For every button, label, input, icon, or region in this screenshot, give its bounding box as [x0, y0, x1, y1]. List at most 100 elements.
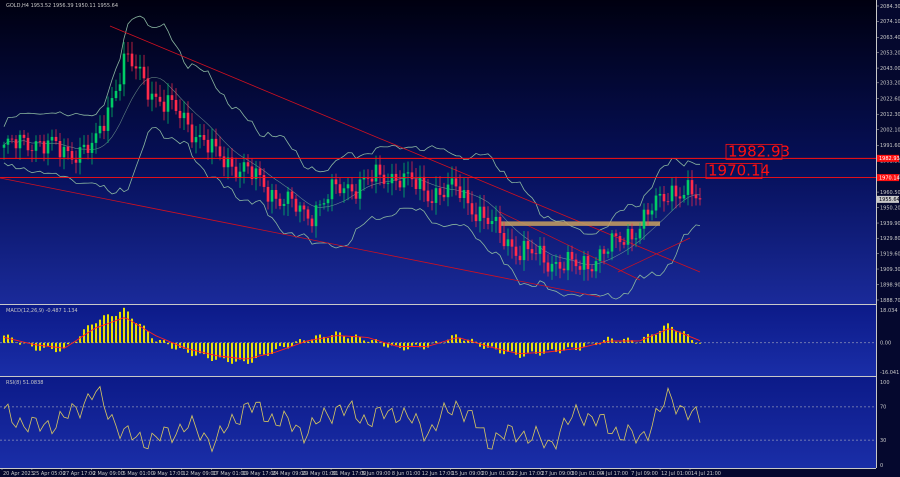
macd-histogram-bar — [207, 342, 209, 359]
candle-body — [274, 189, 278, 199]
candle-body — [202, 135, 206, 140]
candle-body — [378, 164, 382, 175]
candle-body — [106, 107, 110, 131]
macd-histogram-bar — [95, 323, 97, 343]
macd-histogram-bar — [263, 342, 265, 355]
candle-body — [150, 93, 154, 100]
macd-histogram-bar — [99, 319, 101, 343]
candle-body — [586, 256, 590, 270]
price-tick-label: 2063.40 — [880, 35, 900, 41]
candle-body — [418, 176, 422, 190]
candle-body — [578, 266, 582, 270]
resistance-zone[interactable] — [500, 221, 660, 226]
macd-histogram-bar — [559, 342, 561, 354]
candle-body — [82, 144, 86, 148]
macd-histogram-bar — [503, 342, 505, 355]
macd-histogram-bar — [259, 342, 261, 355]
macd-histogram-bar — [275, 342, 277, 350]
candle-body — [310, 218, 314, 227]
macd-histogram-bar — [167, 342, 169, 345]
macd-histogram-bar — [691, 340, 693, 343]
macd-histogram-bar — [187, 342, 189, 353]
candle-body — [582, 256, 586, 270]
macd-histogram-bar — [663, 325, 665, 343]
macd-histogram-bar — [367, 341, 369, 343]
candle-body — [606, 251, 610, 254]
candle-body — [622, 242, 626, 245]
candle-body — [186, 112, 190, 125]
macd-histogram-bar — [299, 339, 301, 343]
candle-body — [474, 214, 478, 222]
macd-histogram-bar — [655, 334, 657, 343]
macd-histogram-bar — [339, 332, 341, 343]
candle-body — [242, 162, 246, 172]
macd-histogram-bar — [211, 342, 213, 361]
candle-body — [614, 233, 618, 237]
macd-histogram-bar — [499, 342, 501, 354]
macd-tick-label: 0.00 — [880, 341, 891, 347]
rsi-pane[interactable] — [0, 377, 876, 468]
candle-body — [466, 190, 470, 204]
candle-body — [90, 142, 94, 153]
candle-body — [238, 171, 242, 178]
candle-body — [678, 196, 682, 199]
macd-histogram-bar — [11, 337, 13, 343]
candle-body — [286, 191, 290, 204]
candle-body — [502, 232, 506, 247]
candle-body — [314, 205, 318, 227]
time-tick-label: 14 Jul 21:00 — [691, 471, 721, 477]
macd-histogram-bar — [435, 341, 437, 343]
macd-histogram-bar — [75, 341, 77, 343]
candle-body — [506, 239, 510, 247]
macd-histogram-bar — [3, 335, 5, 343]
candle-body — [538, 245, 542, 254]
candle-body — [338, 184, 342, 194]
time-tick-label: 5 May 01:00 — [123, 471, 154, 477]
macd-histogram-bar — [119, 311, 121, 343]
time-tick-label: 15 Jun 09:00 — [452, 471, 484, 477]
time-tick-label: 9 May 17:00 — [153, 471, 184, 477]
candle-body — [10, 138, 14, 140]
candle-body — [38, 141, 42, 143]
price-tick-label: 2084.30 — [880, 4, 900, 10]
candle-body — [282, 203, 286, 206]
candle-body — [34, 141, 38, 151]
candle-body — [690, 180, 694, 195]
candle-body — [558, 262, 562, 269]
macd-histogram-bar — [347, 338, 349, 343]
trading-terminal-chart[interactable]: GOLD,H4 1953.52 1956.39 1950.11 1955.64 … — [0, 0, 900, 477]
candle-body — [130, 53, 134, 67]
candle-body — [258, 168, 262, 176]
candle-body — [14, 139, 18, 149]
macd-histogram-bar — [251, 342, 253, 363]
candle-body — [386, 183, 390, 185]
macd-histogram-bar — [511, 342, 513, 352]
price-tick-label: 1929.80 — [880, 236, 900, 242]
macd-histogram-bar — [283, 342, 285, 348]
candle-body — [442, 194, 446, 198]
candle-body — [230, 157, 234, 167]
candle-body — [454, 178, 458, 187]
macd-histogram-bar — [39, 342, 41, 351]
price-tick-label: 2002.10 — [880, 127, 900, 133]
candle-body — [486, 217, 490, 225]
candle-body — [510, 239, 514, 247]
macd-histogram-bar — [407, 342, 409, 350]
macd-histogram-bar — [415, 342, 417, 345]
macd-tick-label: -16.041 — [880, 370, 899, 376]
price-tick-label: 2022.60 — [880, 97, 900, 103]
candle-body — [498, 216, 502, 233]
macd-histogram-bar — [195, 342, 197, 356]
candle-body — [562, 268, 566, 271]
macd-histogram-bar — [627, 337, 629, 343]
candle-body — [570, 251, 574, 260]
candle-body — [458, 186, 462, 199]
macd-histogram-bar — [335, 331, 337, 343]
macd-histogram-bar — [523, 342, 525, 357]
macd-histogram-bar — [619, 341, 621, 343]
candle-body — [170, 95, 174, 100]
candle-body — [174, 99, 178, 111]
candle-body — [530, 249, 534, 254]
candle-body — [270, 189, 274, 202]
macd-histogram-bar — [363, 340, 365, 343]
